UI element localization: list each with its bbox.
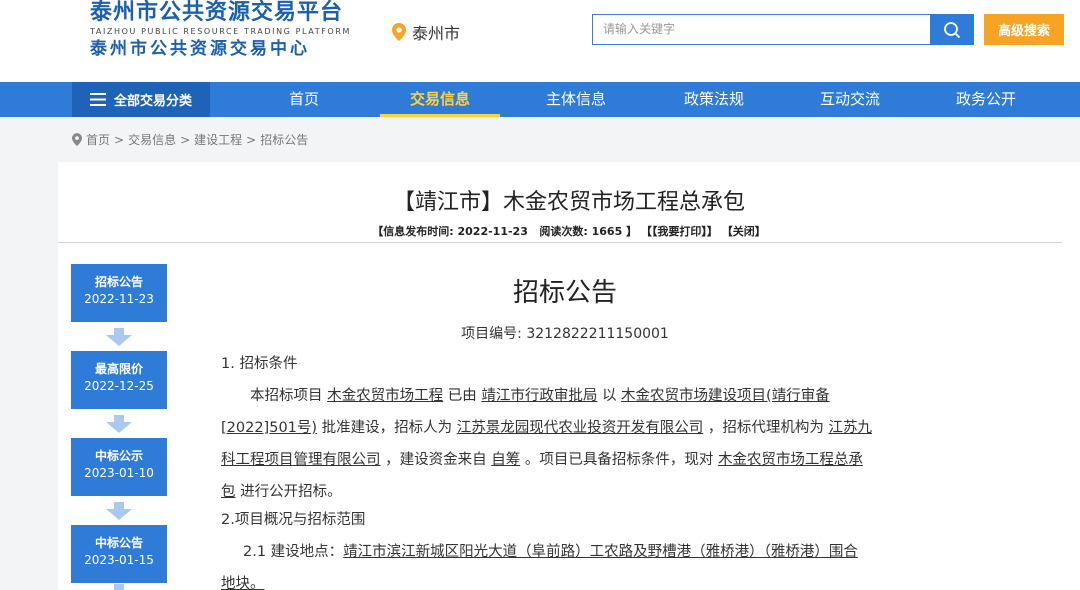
text: 。项目已具备招标条件，现对 [524, 452, 714, 468]
tender-target-cont: 包 [221, 484, 236, 500]
search-input[interactable]: 请输入关键字 [592, 14, 930, 45]
location-pin-icon [392, 23, 406, 41]
all-categories-button[interactable]: 全部交易分类 [72, 82, 210, 117]
location-value-cont: 地块。 [221, 576, 265, 590]
nav-item-trading-info[interactable]: 交易信息 [380, 82, 500, 117]
agency: 江苏九 [828, 420, 873, 436]
publish-date: 2022-11-23 [457, 225, 528, 238]
nav-item-home[interactable]: 首页 [244, 82, 364, 117]
funding-source: 自筹 [491, 452, 521, 468]
approval-doc-cont: [2022]501号) [221, 420, 318, 436]
tenderer: 江苏景龙园现代农业投资开发有限公司 [456, 420, 704, 436]
breadcrumb-sep: > [114, 132, 125, 147]
body-line: 地块。 [221, 568, 911, 590]
close-link[interactable]: 【关闭】 [722, 225, 766, 238]
section-1-body: 本招标项目 木金农贸市场工程 已由 靖江市行政审批局 以 木金农贸市场建设项目(… [221, 380, 911, 508]
views-label: 阅读次数: [539, 225, 588, 238]
section-2-title: 2.项目概况与招标范围 [221, 512, 366, 528]
search-button[interactable] [930, 14, 974, 45]
breadcrumb-sep: > [180, 132, 191, 147]
article-title: 【靖江市】木金农贸市场工程总承包 [392, 190, 745, 215]
views-count: 1665 [591, 225, 623, 238]
nav-item-interaction[interactable]: 互动交流 [790, 82, 910, 117]
article-meta: 【信息发布时间: 2022-11-23 阅读次数: 1665 】 【【我要打印】… [58, 223, 1080, 239]
section-1-title: 1. 招标条件 [221, 356, 298, 372]
approval-doc: 木金农贸市场建设项目(靖行审备 [621, 388, 830, 404]
project-number-value: 3212822211150001 [526, 326, 669, 342]
meta-close-bracket: 】 [626, 225, 638, 238]
text: ，招标代理机构为 [707, 420, 824, 436]
body-line: 本招标项目 木金农贸市场工程 已由 靖江市行政审批局 以 木金农贸市场建设项目(… [221, 380, 911, 412]
publish-label: 【信息发布时间: [372, 225, 454, 238]
doc-heading: 招标公告 [512, 278, 617, 308]
breadcrumb: 首页 > 交易信息 > 建设工程 > 招标公告 [72, 131, 308, 148]
text: 本招标项目 [250, 388, 323, 404]
timeline-step-tender-notice[interactable]: 招标公告 2022-11-23 [71, 264, 167, 322]
timeline-step-label: 中标公告 [94, 536, 143, 550]
text: 进行公开招标。 [240, 484, 342, 500]
text: 批准建设，招标人为 [321, 420, 453, 436]
text: 已由 [447, 388, 477, 404]
timeline-step-date: 2023-01-10 [84, 466, 154, 480]
timeline-step-label: 最高限价 [94, 362, 143, 376]
arrow-down-icon [106, 415, 132, 433]
text: ，建设资金来自 [385, 452, 487, 468]
nav-item-policy[interactable]: 政策法规 [654, 82, 774, 117]
body-line: 科工程项目管理有限公司 ，建设资金来自 自筹 。项目已具备招标条件，现对 木金农… [221, 444, 911, 476]
city-selector[interactable]: 泰州市 [392, 20, 460, 44]
timeline-step-label: 中标公示 [94, 449, 143, 463]
agency-cont: 科工程项目管理有限公司 [221, 452, 381, 468]
arrow-down-icon [114, 584, 124, 590]
nav-item-gov-affairs[interactable]: 政务公开 [926, 82, 1046, 117]
timeline-step-award-publicity[interactable]: 中标公示 2023-01-10 [71, 438, 167, 496]
site-logo[interactable]: 泰州市公共资源交易平台 TAIZHOU PUBLIC RESOURCE TRAD… [90, 0, 351, 60]
nav-item-entity-info[interactable]: 主体信息 [516, 82, 636, 117]
logo-subtitle-cn: 泰州市公共资源交易中心 [90, 39, 310, 59]
location-label: 2.1 建设地点： [243, 544, 344, 560]
main-nav: 全部交易分类 首页 交易信息 主体信息 政策法规 互动交流 政务公开 [0, 82, 1080, 117]
project-number-label: 项目编号: [461, 326, 522, 342]
all-categories-label: 全部交易分类 [113, 94, 192, 109]
logo-title-cn: 泰州市公共资源交易平台 [90, 0, 344, 25]
text: 以 [601, 388, 617, 404]
timeline-step-date: 2022-11-23 [84, 292, 154, 306]
breadcrumb-sep: > [246, 132, 257, 147]
breadcrumb-trading-info[interactable]: 交易信息 [128, 131, 176, 148]
print-link[interactable]: 【【我要打印】】 [641, 225, 718, 238]
site-header: 泰州市公共资源交易平台 TAIZHOU PUBLIC RESOURCE TRAD… [0, 0, 1080, 82]
breadcrumb-tender-notice[interactable]: 招标公告 [260, 131, 308, 148]
arrow-down-icon [106, 502, 132, 520]
city-name: 泰州市 [412, 24, 461, 43]
project-number: 项目编号: 3212822211150001 [218, 323, 912, 343]
menu-icon [89, 93, 106, 106]
section-2-body: 2.1 建设地点：靖江市滨江新城区阳光大道（阜前路）工农路及野槽港（雅桥港）（雅… [221, 536, 911, 590]
timeline-step-date: 2022-12-25 [84, 379, 154, 393]
timeline-step-max-price[interactable]: 最高限价 2022-12-25 [71, 351, 167, 409]
tender-target: 木金农贸市场工程总承 [717, 452, 863, 468]
project-name: 木金农贸市场工程 [327, 388, 444, 404]
timeline-step-label: 招标公告 [94, 275, 143, 289]
body-line: 2.1 建设地点：靖江市滨江新城区阳光大道（阜前路）工农路及野槽港（雅桥港）（雅… [221, 536, 911, 568]
advanced-search-button[interactable]: 高级搜索 [984, 14, 1064, 45]
approver: 靖江市行政审批局 [481, 388, 598, 404]
timeline-step-date: 2023-01-15 [84, 553, 154, 567]
breadcrumb-construction[interactable]: 建设工程 [194, 131, 242, 148]
title-divider [58, 242, 1062, 243]
breadcrumb-home[interactable]: 首页 [86, 131, 110, 148]
location-pin-icon [72, 133, 82, 146]
timeline-step-award-notice[interactable]: 中标公告 2023-01-15 [71, 525, 167, 583]
body-line: [2022]501号) 批准建设，招标人为 江苏景龙园现代农业投资开发有限公司 … [221, 412, 911, 444]
location-value: 靖江市滨江新城区阳光大道（阜前路）工农路及野槽港（雅桥港）（雅桥港）围合 [343, 544, 858, 560]
logo-title-en: TAIZHOU PUBLIC RESOURCE TRADING PLATFORM [90, 27, 351, 36]
article-card: 【靖江市】木金农贸市场工程总承包 【信息发布时间: 2022-11-23 阅读次… [58, 162, 1080, 590]
search-icon [944, 21, 961, 38]
arrow-down-icon [106, 328, 132, 346]
